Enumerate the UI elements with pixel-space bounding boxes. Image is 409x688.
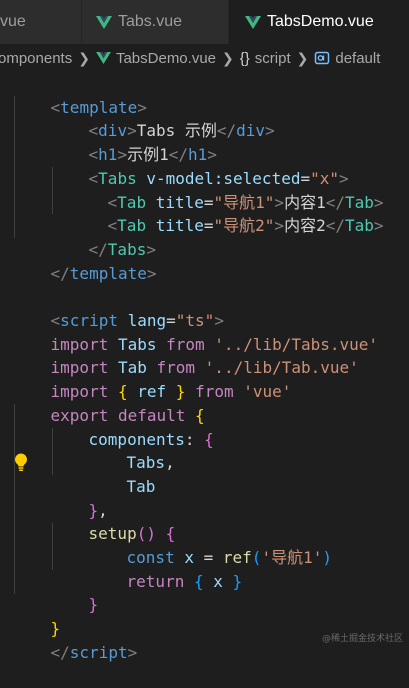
breadcrumb-file-label: TabsDemo.vue: [115, 49, 217, 67]
vue-logo-icon: [96, 52, 111, 64]
editor-tab-bar: vue Tabs.vue TabsDemo.vue: [0, 0, 409, 44]
breadcrumb-file[interactable]: TabsDemo.vue: [96, 50, 216, 67]
code-line: <script lang="ts">: [50, 311, 224, 330]
code-line: }: [50, 619, 61, 639]
watermark: @稀土掘金技术社区: [321, 634, 403, 644]
symbol-namespace-icon: [315, 51, 330, 65]
breadcrumb-folder[interactable]: omponents: [0, 50, 72, 67]
code-line: <Tabs v-model:selected="x">: [88, 168, 349, 188]
breadcrumb-symbol[interactable]: default: [314, 50, 380, 67]
code-line: <template>: [50, 97, 147, 117]
code-line: <Tab title="导航2">内容2</Tab>: [107, 216, 384, 236]
code-line: import { ref } from 'vue': [50, 382, 292, 402]
code-line: </template>: [50, 263, 157, 283]
chevron-right-icon: ❯: [222, 49, 234, 66]
tab-tabsdemo-vue[interactable]: TabsDemo.vue: [229, 0, 409, 44]
code-line: Tab: [126, 476, 156, 496]
tab-label: TabsDemo.vue: [267, 13, 374, 30]
breadcrumb-section[interactable]: {} script: [240, 50, 291, 67]
code-line: }: [88, 595, 99, 615]
code-line: const x = ref('导航1'): [126, 548, 332, 567]
code-line: <Tab title="导航1">内容1</Tab>: [107, 192, 384, 212]
tab-label: Tabs.vue: [118, 13, 183, 30]
code-line: },: [88, 500, 108, 520]
breadcrumb: omponents ❯ TabsDemo.vue ❯ {} script ❯ d…: [0, 44, 409, 72]
chevron-right-icon: ❯: [78, 49, 90, 66]
tab-tabs-vue[interactable]: Tabs.vue: [82, 0, 228, 44]
chevron-right-icon: ❯: [296, 49, 309, 66]
tab-vue[interactable]: vue: [0, 0, 81, 44]
code-line: <h1>示例1</h1>: [88, 145, 217, 165]
breadcrumb-section-label: script: [254, 49, 291, 67]
code-editor[interactable]: <template> <div>Tabs 示例</div> <h1>示例1</h…: [0, 72, 409, 662]
code-line: import Tabs from '../lib/Tabs.vue': [50, 334, 379, 354]
braces-icon: {}: [239, 49, 250, 67]
code-line: return { x }: [126, 571, 243, 591]
code-line: setup() {: [88, 524, 176, 544]
code-line: components: {: [88, 429, 214, 449]
tab-label: vue: [0, 13, 26, 30]
lightbulb-icon[interactable]: [12, 452, 30, 472]
code-line: </Tabs>: [88, 239, 156, 259]
code-line: Tabs,: [126, 453, 175, 473]
code-line: export default {: [50, 405, 205, 425]
code-line: </script>: [50, 642, 138, 662]
vue-logo-icon: [96, 15, 112, 29]
code-line: import Tab from '../lib/Tab.vue': [50, 358, 359, 378]
code-line: <div>Tabs 示例</div>: [88, 121, 275, 141]
breadcrumb-folder-label: omponents: [0, 49, 73, 67]
breadcrumb-symbol-label: default: [335, 49, 381, 67]
vue-logo-icon: [245, 15, 261, 29]
